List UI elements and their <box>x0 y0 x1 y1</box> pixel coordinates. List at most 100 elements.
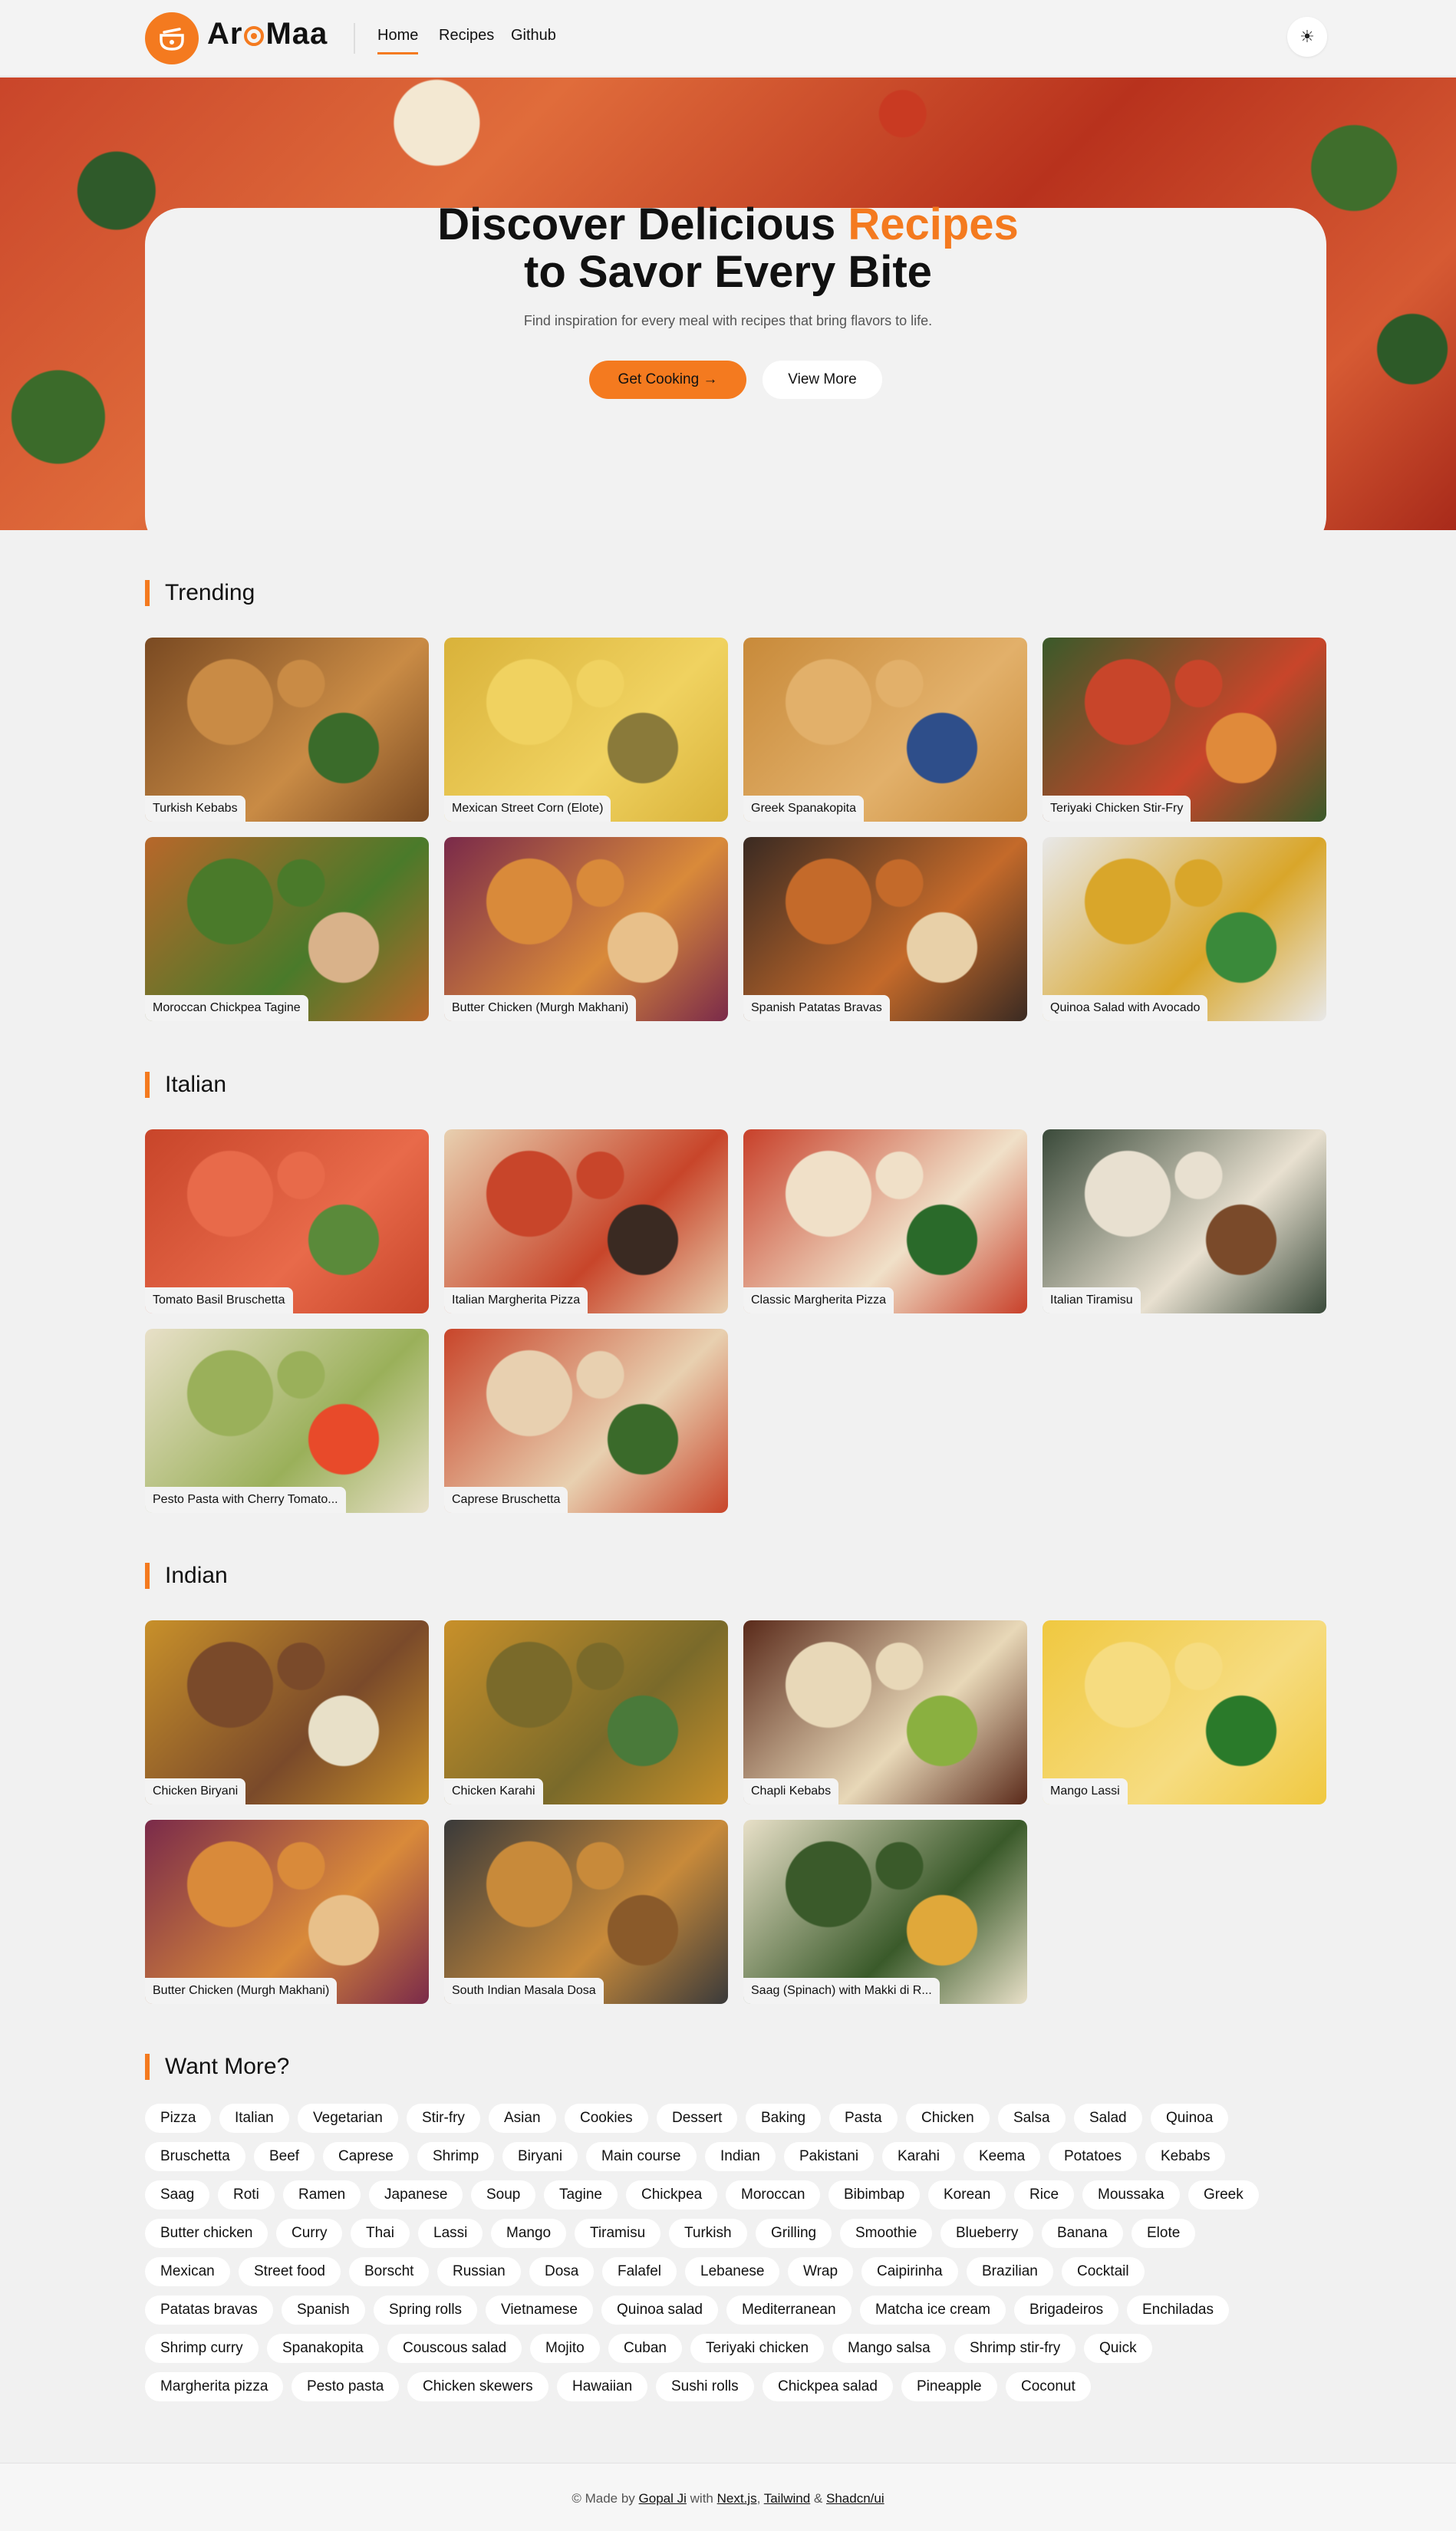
tag-chip[interactable]: Mojito <box>530 2334 600 2363</box>
tag-chip[interactable]: Hawaiian <box>557 2372 648 2401</box>
tag-chip[interactable]: Greek <box>1188 2180 1259 2210</box>
tag-chip[interactable]: Cookies <box>565 2104 648 2133</box>
tag-chip[interactable]: Russian <box>437 2257 521 2286</box>
tag-chip[interactable]: Kebabs <box>1145 2142 1226 2171</box>
tag-chip[interactable]: Quinoa <box>1151 2104 1229 2133</box>
shadcn-link[interactable]: Shadcn/ui <box>826 2491 884 2506</box>
nextjs-link[interactable]: Next.js <box>717 2491 757 2506</box>
tag-chip[interactable]: Pesto pasta <box>292 2372 400 2401</box>
tag-chip[interactable]: Cuban <box>608 2334 682 2363</box>
recipe-card[interactable]: South Indian Masala Dosa <box>444 1820 728 2004</box>
tag-chip[interactable]: Mexican <box>145 2257 230 2286</box>
tag-chip[interactable]: Chicken <box>906 2104 990 2133</box>
recipe-card[interactable]: Italian Margherita Pizza <box>444 1129 728 1313</box>
tag-chip[interactable]: Moroccan <box>726 2180 821 2210</box>
tag-chip[interactable]: Main course <box>586 2142 697 2171</box>
tag-chip[interactable]: Lebanese <box>685 2257 780 2286</box>
nav-home[interactable]: Home <box>377 27 419 54</box>
tag-chip[interactable]: Spanakopita <box>267 2334 379 2363</box>
theme-toggle-sun-icon[interactable]: ☀ <box>1287 17 1327 57</box>
recipe-card[interactable]: Chicken Biryani <box>145 1620 429 1804</box>
tag-chip[interactable]: Curry <box>276 2219 343 2248</box>
recipe-card[interactable]: Turkish Kebabs <box>145 638 429 822</box>
tag-chip[interactable]: Elote <box>1132 2219 1196 2248</box>
tag-chip[interactable]: Keema <box>964 2142 1041 2171</box>
nav-github[interactable]: Github <box>511 27 556 44</box>
tag-chip[interactable]: Beef <box>254 2142 315 2171</box>
tag-chip[interactable]: Patatas bravas <box>145 2295 273 2325</box>
tag-chip[interactable]: Lassi <box>418 2219 483 2248</box>
view-more-button[interactable]: View More <box>763 361 882 399</box>
tag-chip[interactable]: Caprese <box>323 2142 409 2171</box>
tag-chip[interactable]: Pasta <box>829 2104 898 2133</box>
tag-chip[interactable]: Dessert <box>657 2104 738 2133</box>
tag-chip[interactable]: Couscous salad <box>387 2334 522 2363</box>
recipe-card[interactable]: Moroccan Chickpea Tagine <box>145 837 429 1021</box>
tag-chip[interactable]: Soup <box>471 2180 536 2210</box>
recipe-card[interactable]: Butter Chicken (Murgh Makhani) <box>444 837 728 1021</box>
tag-chip[interactable]: Quinoa salad <box>601 2295 718 2325</box>
logo-icon[interactable] <box>145 12 199 64</box>
tag-chip[interactable]: Bibimbap <box>828 2180 921 2210</box>
tag-chip[interactable]: Chickpea salad <box>763 2372 893 2401</box>
tag-chip[interactable]: Falafel <box>602 2257 677 2286</box>
recipe-card[interactable]: Saag (Spinach) with Makki di R... <box>743 1820 1027 2004</box>
tag-chip[interactable]: Ramen <box>283 2180 361 2210</box>
tag-chip[interactable]: Karahi <box>882 2142 955 2171</box>
tag-chip[interactable]: Matcha ice cream <box>860 2295 1006 2325</box>
tag-chip[interactable]: Saag <box>145 2180 210 2210</box>
tag-chip[interactable]: Quick <box>1084 2334 1152 2363</box>
tag-chip[interactable]: Roti <box>218 2180 275 2210</box>
tag-chip[interactable]: Potatoes <box>1049 2142 1137 2171</box>
tag-chip[interactable]: Rice <box>1014 2180 1075 2210</box>
tag-chip[interactable]: Moussaka <box>1082 2180 1180 2210</box>
tag-chip[interactable]: Street food <box>239 2257 341 2286</box>
tag-chip[interactable]: Chickpea <box>626 2180 718 2210</box>
tag-chip[interactable]: Turkish <box>669 2219 747 2248</box>
tag-chip[interactable]: Dosa <box>529 2257 595 2286</box>
tag-chip[interactable]: Cocktail <box>1062 2257 1145 2286</box>
tag-chip[interactable]: Shrimp curry <box>145 2334 259 2363</box>
tag-chip[interactable]: Vietnamese <box>486 2295 593 2325</box>
recipe-card[interactable]: Chicken Karahi <box>444 1620 728 1804</box>
recipe-card[interactable]: Spanish Patatas Bravas <box>743 837 1027 1021</box>
recipe-card[interactable]: Greek Spanakopita <box>743 638 1027 822</box>
tag-chip[interactable]: Salsa <box>998 2104 1066 2133</box>
tag-chip[interactable]: Baking <box>746 2104 822 2133</box>
tag-chip[interactable]: Banana <box>1042 2219 1123 2248</box>
tag-chip[interactable]: Margherita pizza <box>145 2372 284 2401</box>
tag-chip[interactable]: Shrimp stir-fry <box>954 2334 1076 2363</box>
tag-chip[interactable]: Shrimp <box>417 2142 495 2171</box>
tag-chip[interactable]: Enchiladas <box>1127 2295 1229 2325</box>
author-link[interactable]: Gopal Ji <box>639 2491 687 2506</box>
brand-name[interactable]: Ar Maa <box>207 17 328 51</box>
tailwind-link[interactable]: Tailwind <box>764 2491 810 2506</box>
tag-chip[interactable]: Wrap <box>788 2257 854 2286</box>
tag-chip[interactable]: Smoothie <box>840 2219 933 2248</box>
tag-chip[interactable]: Brigadeiros <box>1014 2295 1119 2325</box>
tag-chip[interactable]: Chicken skewers <box>407 2372 548 2401</box>
tag-chip[interactable]: Italian <box>219 2104 289 2133</box>
recipe-card[interactable]: Italian Tiramisu <box>1043 1129 1326 1313</box>
recipe-card[interactable]: Caprese Bruschetta <box>444 1329 728 1513</box>
tag-chip[interactable]: Tiramisu <box>575 2219 661 2248</box>
recipe-card[interactable]: Mango Lassi <box>1043 1620 1326 1804</box>
tag-chip[interactable]: Mediterranean <box>726 2295 852 2325</box>
tag-chip[interactable]: Grilling <box>756 2219 832 2248</box>
recipe-card[interactable]: Butter Chicken (Murgh Makhani) <box>145 1820 429 2004</box>
tag-chip[interactable]: Asian <box>489 2104 556 2133</box>
tag-chip[interactable]: Bruschetta <box>145 2142 245 2171</box>
tag-chip[interactable]: Brazilian <box>967 2257 1053 2286</box>
recipe-card[interactable]: Pesto Pasta with Cherry Tomato... <box>145 1329 429 1513</box>
recipe-card[interactable]: Tomato Basil Bruschetta <box>145 1129 429 1313</box>
tag-chip[interactable]: Stir-fry <box>407 2104 480 2133</box>
tag-chip[interactable]: Thai <box>351 2219 410 2248</box>
recipe-card[interactable]: Quinoa Salad with Avocado <box>1043 837 1326 1021</box>
tag-chip[interactable]: Pakistani <box>784 2142 875 2171</box>
nav-recipes[interactable]: Recipes <box>439 27 494 44</box>
tag-chip[interactable]: Japanese <box>369 2180 463 2210</box>
recipe-card[interactable]: Classic Margherita Pizza <box>743 1129 1027 1313</box>
tag-chip[interactable]: Salad <box>1074 2104 1142 2133</box>
tag-chip[interactable]: Coconut <box>1006 2372 1091 2401</box>
recipe-card[interactable]: Teriyaki Chicken Stir-Fry <box>1043 638 1326 822</box>
